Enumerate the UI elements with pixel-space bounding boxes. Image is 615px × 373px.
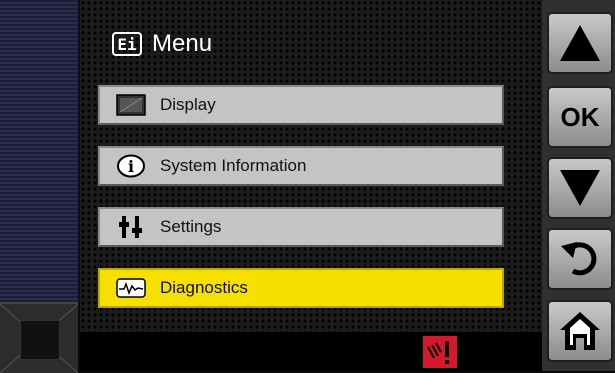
down-button[interactable]: [547, 157, 613, 219]
audio-warning-icon: [423, 336, 457, 368]
svg-text:i: i: [128, 157, 134, 176]
diagnostics-icon: [114, 275, 148, 301]
main-screen: Ei Menu Display i System Information Set…: [80, 0, 542, 332]
display-icon: [114, 92, 148, 118]
menu-item-display[interactable]: Display: [98, 85, 504, 125]
menu-item-system-information[interactable]: i System Information: [98, 146, 504, 186]
left-panel: [0, 0, 80, 302]
info-book-icon: Ei: [112, 32, 142, 56]
arrow-up-icon: [560, 25, 600, 61]
button-column: OK: [542, 0, 615, 371]
menu-item-settings[interactable]: Settings: [98, 207, 504, 247]
up-button[interactable]: [547, 12, 613, 74]
menu-item-label: Settings: [160, 217, 222, 236]
ok-button[interactable]: OK: [547, 86, 613, 148]
corner-square: [20, 320, 60, 360]
back-icon: [561, 242, 597, 276]
arrow-down-icon: [560, 170, 600, 206]
info-icon: i: [114, 153, 148, 179]
settings-icon: [114, 214, 148, 240]
back-button[interactable]: [547, 228, 613, 290]
home-icon: [560, 312, 600, 350]
home-button[interactable]: [547, 300, 613, 362]
menu-item-label: Display: [160, 95, 216, 114]
corner-panel: [0, 302, 78, 373]
ok-label: OK: [560, 101, 600, 132]
menu-item-label: Diagnostics: [160, 278, 248, 297]
menu-item-label: System Information: [160, 156, 307, 175]
page-title: Menu: [152, 30, 213, 57]
menu-item-diagnostics[interactable]: Diagnostics: [98, 268, 504, 308]
status-bar: [80, 332, 542, 371]
menu-header: Ei Menu: [112, 28, 212, 60]
